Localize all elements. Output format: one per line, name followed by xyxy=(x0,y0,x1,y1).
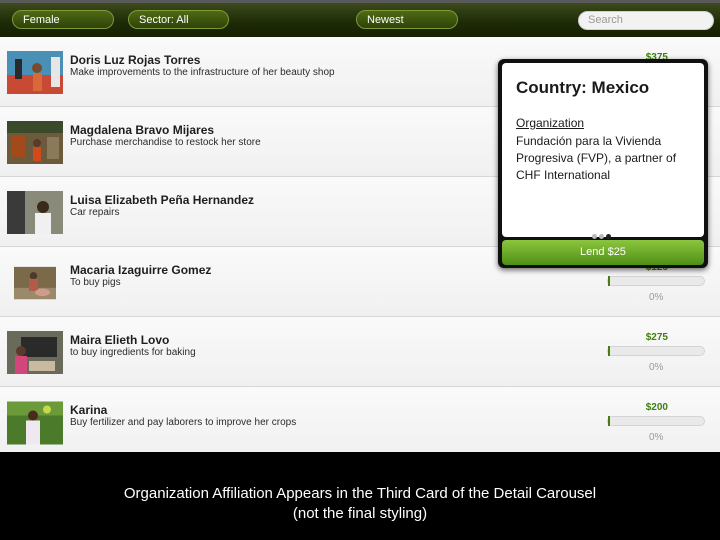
slide-caption: Organization Affiliation Appears in the … xyxy=(0,484,720,524)
organization-text: Fundación para la Vivienda Progresiva (F… xyxy=(516,134,677,182)
search-input[interactable]: Search xyxy=(578,11,714,30)
caption-line-2: (not the final styling) xyxy=(292,505,428,522)
organization-label: Organization xyxy=(516,116,585,130)
loan-amount: $275 xyxy=(645,332,668,343)
borrower-name: Macaria Izaguirre Gomez xyxy=(70,263,212,277)
list-item[interactable]: Karina Buy fertilizer and pay laborers t… xyxy=(0,387,720,452)
sector-filter-button[interactable]: Sector: All xyxy=(128,10,229,29)
borrower-photo xyxy=(7,121,63,164)
detail-title: Country: Mexico xyxy=(516,78,650,97)
caption-line-1: Organization Affiliation Appears in the … xyxy=(123,485,597,502)
app-screen: Female Sector: All Newest Search Doris L… xyxy=(0,0,720,452)
borrower-name: Karina xyxy=(70,403,108,417)
detail-card: Country: Mexico Organization Fundación p… xyxy=(502,63,704,239)
gender-filter-button[interactable]: Female xyxy=(12,10,114,29)
funded-percent: 0% xyxy=(649,432,664,443)
funding-progress-bar xyxy=(607,346,705,356)
detail-popover: Country: Mexico Organization Fundación p… xyxy=(498,59,708,268)
loan-use: Purchase merchandise to restock her stor… xyxy=(70,137,261,148)
carousel-dot[interactable] xyxy=(599,234,604,239)
funding-progress-bar xyxy=(607,416,705,426)
list-item[interactable]: Maira Elieth Lovo to buy ingredients for… xyxy=(0,317,720,387)
borrower-name: Doris Luz Rojas Torres xyxy=(70,53,201,67)
borrower-name: Maira Elieth Lovo xyxy=(70,333,170,347)
loan-use: to buy ingredients for baking xyxy=(70,347,196,358)
funding-progress-fill xyxy=(608,346,610,356)
borrower-photo xyxy=(7,51,63,94)
funding-progress-fill xyxy=(608,416,610,426)
carousel-dot[interactable] xyxy=(592,234,597,239)
loan-use: Make improvements to the infrastructure … xyxy=(70,67,335,78)
loan-use: Car repairs xyxy=(70,207,120,218)
funded-percent: 0% xyxy=(649,362,664,373)
borrower-photo xyxy=(14,266,56,300)
funding-progress-fill xyxy=(608,276,610,286)
funded-percent: 0% xyxy=(649,292,664,303)
funding-progress-bar xyxy=(607,276,705,286)
borrower-photo xyxy=(7,401,63,445)
loan-amount: $200 xyxy=(645,402,668,413)
borrower-name: Luisa Elizabeth Peña Hernandez xyxy=(70,193,255,207)
carousel-dot-active[interactable] xyxy=(606,234,611,239)
lend-button[interactable]: Lend $25 xyxy=(502,240,704,265)
loan-use: To buy pigs xyxy=(70,277,121,288)
loan-use: Buy fertilizer and pay laborers to impro… xyxy=(70,417,297,428)
borrower-photo xyxy=(7,331,63,374)
borrower-photo xyxy=(7,191,63,234)
borrower-name: Magdalena Bravo Mijares xyxy=(70,123,215,137)
sort-button[interactable]: Newest xyxy=(356,10,458,29)
filter-toolbar: Female Sector: All Newest Search xyxy=(0,0,720,37)
